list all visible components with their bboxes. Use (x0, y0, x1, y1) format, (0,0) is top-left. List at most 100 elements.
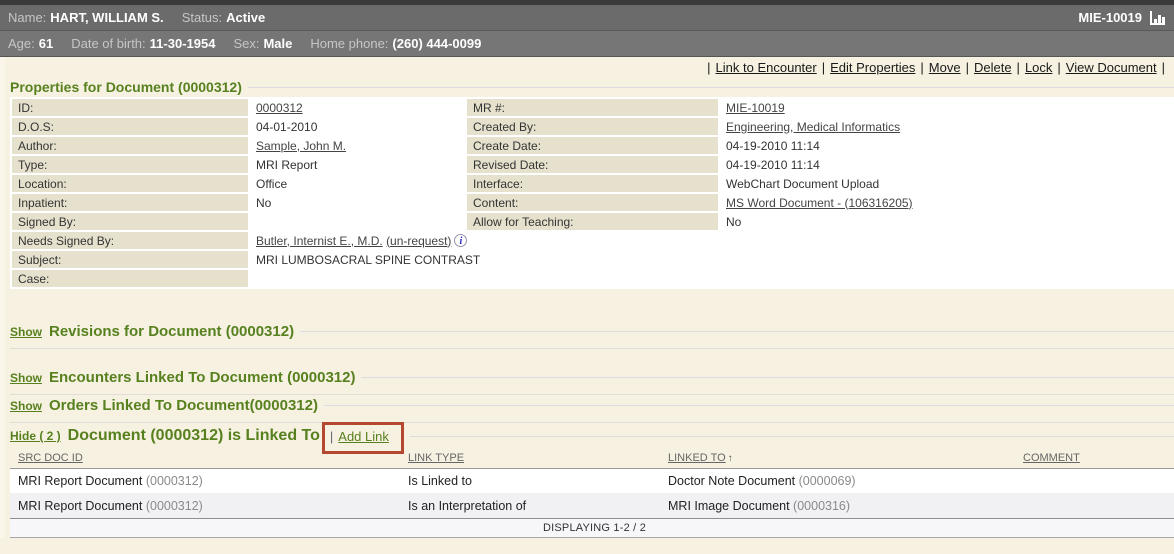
src-doc-cell: MRI Report Document (0000312) (10, 493, 400, 518)
properties-row: Needs Signed By:Butler, Internist E., M.… (12, 232, 1172, 249)
dob-label: Date of birth: (71, 36, 145, 51)
comment-cell (1015, 493, 1174, 518)
link-type-cell: Is Linked to (400, 468, 660, 493)
property-label: Signed By: (12, 213, 248, 230)
action-lock[interactable]: Lock (1025, 60, 1052, 75)
properties-row: Location:OfficeInterface:WebChart Docume… (12, 175, 1172, 192)
separator: | (1017, 60, 1020, 75)
property-value-link[interactable]: Sample, John M. (256, 139, 346, 153)
section-revisions: Show Revisions for Document (0000312) (10, 323, 1174, 340)
demographics-bar: Age: 61 Date of birth: 11-30-1954 Sex: M… (0, 31, 1174, 57)
property-value: No (720, 213, 1172, 230)
sort-comment[interactable]: COMMENT (1023, 452, 1080, 464)
document-id: (0000312) (146, 499, 203, 513)
properties-section-heading: Properties for Document (0000312) (10, 79, 1174, 95)
properties-row: Inpatient:NoContent:MS Word Document - (… (12, 194, 1172, 211)
properties-row: Author:Sample, John M.Create Date:04-19-… (12, 137, 1172, 154)
document-id: (0000312) (146, 474, 203, 488)
action-edit-properties[interactable]: Edit Properties (830, 60, 915, 75)
property-value-link[interactable]: 0000312 (256, 101, 303, 115)
property-value-link[interactable]: MS Word Document - (106316205) (726, 196, 913, 210)
property-label: D.O.S: (12, 118, 248, 135)
table-paging-status: DISPLAYING 1-2 / 2 (10, 518, 1174, 538)
properties-row: Case: (12, 270, 1172, 287)
action-link-to-encounter[interactable]: Link to Encounter (716, 60, 817, 75)
separator: | (1057, 60, 1060, 75)
property-value: Office (250, 175, 465, 192)
separator: | (330, 429, 333, 444)
properties-row: Subject:MRI LUMBOSACRAL SPINE CONTRAST (12, 251, 1172, 268)
property-value: 04-19-2010 11:14 (720, 156, 1172, 173)
mr-number: MIE-10019 (1078, 10, 1142, 25)
document-properties-page: Name: HART, WILLIAM S. Status: Active MI… (0, 0, 1174, 554)
property-value: 04-01-2010 (250, 118, 465, 135)
property-value: MRI LUMBOSACRAL SPINE CONTRAST (250, 251, 1172, 268)
action-delete[interactable]: Delete (974, 60, 1012, 75)
section-orders: Show Orders Linked To Document(0000312) (10, 397, 1174, 414)
properties-row: ID:0000312MR #:MIE-10019 (12, 99, 1172, 116)
age-label: Age: (8, 36, 35, 51)
property-label: Allow for Teaching: (467, 213, 718, 230)
property-value: WebChart Document Upload (720, 175, 1172, 192)
property-label: Revised Date: (467, 156, 718, 173)
property-label: Inpatient: (12, 194, 248, 211)
linked-title: Document (0000312) is Linked To (68, 427, 320, 445)
section-encounters: Show Encounters Linked To Document (0000… (10, 369, 1174, 386)
property-value: MIE-10019 (720, 99, 1172, 116)
heading-rule (361, 377, 1174, 378)
heading-rule (300, 331, 1174, 332)
property-value-link[interactable]: Engineering, Medical Informatics (726, 120, 900, 134)
action-view-document[interactable]: View Document (1066, 60, 1157, 75)
heading-rule (248, 87, 1174, 88)
show-orders-toggle[interactable]: Show (10, 399, 42, 413)
name-label: Name: (8, 10, 46, 25)
patient-banner: Name: HART, WILLIAM S. Status: Active MI… (0, 0, 1174, 57)
show-encounters-toggle[interactable]: Show (10, 371, 42, 385)
linked-document-row: MRI Report Document (0000312)Is Linked t… (10, 468, 1174, 493)
linked-documents-table-container: SRC DOC IDLINK TYPELINKED TO↑COMMENT MRI… (10, 451, 1174, 538)
heading-rule (324, 405, 1174, 406)
property-value-link[interactable]: MIE-10019 (726, 101, 785, 115)
orders-collapsed-body (10, 422, 1174, 423)
document-id: (0000069) (799, 474, 856, 488)
column-header-comment: COMMENT (1015, 451, 1174, 468)
section-linked-documents: Hide ( 2 ) Document (0000312) is Linked … (10, 427, 1174, 445)
property-value: MS Word Document - (106316205) (720, 194, 1172, 211)
needs-signed-by-link[interactable]: Butler, Internist E., M.D. (256, 234, 383, 248)
linked-documents-table: SRC DOC IDLINK TYPELINKED TO↑COMMENT MRI… (10, 451, 1174, 518)
src-doc-cell: MRI Report Document (0000312) (10, 468, 400, 493)
revisions-collapsed-body (10, 348, 1174, 349)
patient-name-bar: Name: HART, WILLIAM S. Status: Active MI… (0, 5, 1174, 31)
encounters-collapsed-body (10, 394, 1174, 395)
property-label: Interface: (467, 175, 718, 192)
sex-label: Sex: (233, 36, 259, 51)
properties-title: Properties for Document (0000312) (10, 79, 242, 95)
property-label: Case: (12, 270, 248, 287)
add-link-highlight-box: | Add Link (322, 422, 404, 454)
property-label: ID: (12, 99, 248, 116)
property-value: No (250, 194, 465, 211)
property-label: Author: (12, 137, 248, 154)
age-value: 61 (39, 36, 53, 51)
action-move[interactable]: Move (929, 60, 961, 75)
property-label: Subject: (12, 251, 248, 268)
un-request-link[interactable]: (un-request) (386, 234, 451, 248)
property-label: Created By: (467, 118, 718, 135)
sort-linked-to[interactable]: LINKED TO (668, 452, 726, 464)
sort-src-doc-id[interactable]: SRC DOC ID (18, 452, 83, 464)
encounters-title: Encounters Linked To Document (0000312) (49, 369, 355, 386)
properties-row: D.O.S:04-01-2010Created By: Engineering, … (12, 118, 1172, 135)
info-icon[interactable]: i (454, 234, 467, 247)
bar-chart-icon[interactable] (1150, 11, 1166, 25)
property-label: Create Date: (467, 137, 718, 154)
add-link[interactable]: Add Link (338, 429, 389, 444)
separator: | (707, 60, 710, 75)
hide-linked-toggle[interactable]: Hide ( 2 ) (10, 429, 61, 443)
main-content: | Link to Encounter | Edit Properties | Move |… (0, 57, 1174, 538)
sort-link-type[interactable]: LINK TYPE (408, 452, 464, 464)
document-id: (0000316) (793, 499, 850, 513)
separator: | (1162, 60, 1165, 75)
properties-row: Signed By: Allow for Teaching:No (12, 213, 1172, 230)
properties-table: ID:0000312MR #:MIE-10019D.O.S:04-01-2010… (10, 97, 1174, 289)
show-revisions-toggle[interactable]: Show (10, 325, 42, 339)
